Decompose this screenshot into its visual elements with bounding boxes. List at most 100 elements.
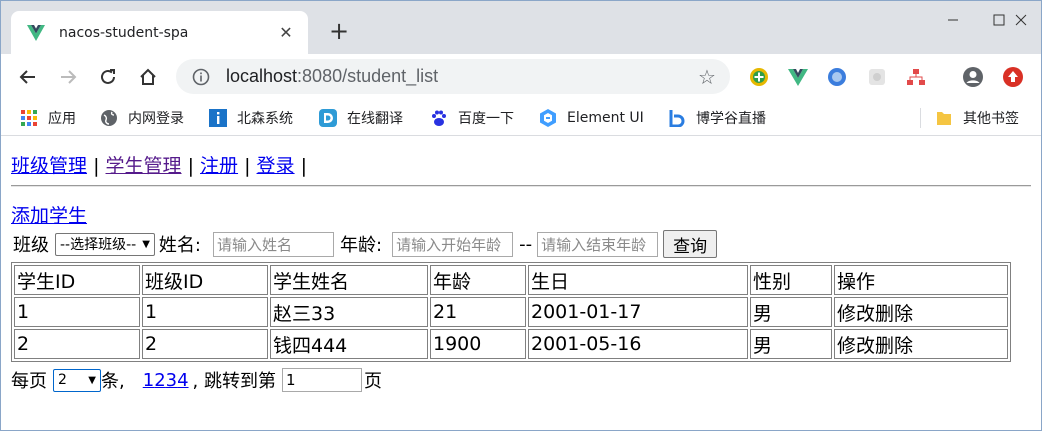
filter-bar: 班级 --选择班级-- ▼ 姓名: 请输入姓名 年龄: 请输入开始年龄 -- 请… xyxy=(13,229,718,259)
home-icon[interactable] xyxy=(133,62,163,92)
folder-icon xyxy=(937,112,951,125)
nav-separator: | xyxy=(93,155,100,177)
cell-student-name: 赵三33 xyxy=(270,297,428,327)
vue-devtools-extension-icon[interactable] xyxy=(787,66,809,88)
jump-page-input[interactable]: 1 xyxy=(282,368,362,392)
delete-action[interactable]: 删除 xyxy=(875,303,913,325)
page-link[interactable]: 4 xyxy=(177,370,188,391)
tab-close-icon[interactable]: ✕ xyxy=(276,23,296,43)
divider xyxy=(11,185,1031,187)
sitemap-extension-icon[interactable] xyxy=(905,66,927,88)
bookmark-item[interactable]: 北森系统 xyxy=(209,106,293,130)
bookmark-item[interactable]: 博学谷直播 xyxy=(668,106,766,130)
column-header: 性别 xyxy=(750,265,832,295)
student-table: 学生ID 班级ID 学生姓名 年龄 生日 性别 操作 1 1 赵三33 21 2… xyxy=(11,262,1011,362)
bookmark-item[interactable]: 百度一下 xyxy=(430,106,514,130)
table-row: 1 1 赵三33 21 2001-01-17 男 修改删除 xyxy=(14,297,1008,327)
nav-link-class-management[interactable]: 班级管理 xyxy=(11,155,87,177)
browser-toolbar: localhost:8080/student_list ☆ xyxy=(0,54,1042,100)
cell-age: 1900 xyxy=(430,329,526,359)
info-icon[interactable] xyxy=(192,68,210,86)
bookmark-star-icon[interactable]: ☆ xyxy=(696,65,718,89)
bookmarks-separator xyxy=(920,108,921,128)
account-avatar-icon[interactable] xyxy=(962,66,984,88)
top-nav: 班级管理 | 学生管理 | 注册 | 登录 | xyxy=(11,151,307,178)
age-start-input[interactable]: 请输入开始年龄 xyxy=(392,231,514,257)
cell-class-id: 2 xyxy=(142,329,268,359)
column-header: 操作 xyxy=(834,265,1008,295)
gray-gear-extension-icon[interactable] xyxy=(866,66,888,88)
add-student-link[interactable]: 添加学生 xyxy=(11,201,87,228)
update-arrow-icon[interactable] xyxy=(1002,66,1024,88)
page-link[interactable]: 2 xyxy=(154,370,165,391)
tab-title: nacos-student-spa xyxy=(59,24,189,41)
cell-student-name: 钱四444 xyxy=(270,329,428,359)
pagination: 每页 2 ▼ 条, 1 2 3 4 , 跳转到第 1 页 xyxy=(11,367,382,393)
cell-actions: 修改删除 xyxy=(834,297,1008,327)
nav-link-login[interactable]: 登录 xyxy=(257,155,295,177)
page-link[interactable]: 3 xyxy=(166,370,177,391)
element-ui-icon xyxy=(540,109,556,127)
age-end-input[interactable]: 请输入结束年龄 xyxy=(537,231,659,257)
cell-class-id: 1 xyxy=(142,297,268,327)
bxg-b-icon xyxy=(669,110,685,127)
age-label: 年龄: xyxy=(340,235,383,256)
nav-link-student-management[interactable]: 学生管理 xyxy=(106,155,182,177)
bookmark-item[interactable]: 在线翻译 xyxy=(319,106,403,130)
window-close-icon[interactable] xyxy=(1000,0,1042,40)
column-header: 班级ID xyxy=(142,265,268,295)
globe-icon xyxy=(101,110,117,126)
bookmark-item[interactable]: 应用 xyxy=(20,106,76,130)
column-header: 年龄 xyxy=(430,265,526,295)
cell-gender: 男 xyxy=(750,329,832,359)
cell-actions: 修改删除 xyxy=(834,329,1008,359)
back-icon[interactable] xyxy=(13,62,43,92)
page-suffix: 页 xyxy=(364,371,382,392)
blue-circle-extension-icon[interactable] xyxy=(826,66,848,88)
column-header: 学生姓名 xyxy=(270,265,428,295)
nav-separator: | xyxy=(187,155,194,177)
name-label: 姓名: xyxy=(158,235,201,256)
cell-age: 21 xyxy=(430,297,526,327)
delete-action[interactable]: 删除 xyxy=(875,335,913,357)
bookmark-item[interactable]: Element UI xyxy=(539,106,644,130)
browser-tab[interactable]: nacos-student-spa ✕ xyxy=(11,11,308,54)
reload-icon[interactable] xyxy=(93,62,123,92)
nav-link-register[interactable]: 注册 xyxy=(200,155,238,177)
table-header-row: 学生ID 班级ID 学生姓名 年龄 生日 性别 操作 xyxy=(14,265,1008,295)
forward-icon[interactable] xyxy=(53,62,83,92)
column-header: 学生ID xyxy=(14,265,140,295)
info-i-icon xyxy=(209,109,227,127)
vue-logo-icon xyxy=(27,24,45,41)
column-header: 生日 xyxy=(528,265,748,295)
nav-separator: | xyxy=(300,155,308,177)
cell-student-id: 2 xyxy=(14,329,140,359)
other-bookmarks[interactable]: 其他书签 xyxy=(935,106,1019,130)
cell-birthday: 2001-05-16 xyxy=(528,329,748,359)
address-bar[interactable]: localhost:8080/student_list ☆ xyxy=(176,59,730,94)
class-select[interactable]: --选择班级-- ▼ xyxy=(55,232,155,256)
tab-strip: nacos-student-spa ✕ + xyxy=(0,0,1042,54)
cell-gender: 男 xyxy=(750,297,832,327)
bookmark-item[interactable]: 内网登录 xyxy=(100,106,184,130)
jump-label: , 跳转到第 xyxy=(192,371,276,392)
dropdown-arrow-icon: ▼ xyxy=(88,374,96,386)
baidu-paw-icon xyxy=(432,110,446,126)
edit-action[interactable]: 修改 xyxy=(837,303,875,325)
green-plus-extension-icon[interactable] xyxy=(748,66,770,88)
nav-separator: | xyxy=(244,155,251,177)
apps-grid-icon xyxy=(21,110,37,126)
url-text[interactable]: localhost:8080/student_list xyxy=(226,66,696,87)
per-page-select[interactable]: 2 ▼ xyxy=(53,368,101,392)
name-input[interactable]: 请输入姓名 xyxy=(213,231,334,257)
cell-student-id: 1 xyxy=(14,297,140,327)
edit-action[interactable]: 修改 xyxy=(837,335,875,357)
bookmarks-bar: 应用 内网登录 北森系统 在线翻译 百度一下 Element UI 博学谷直播 … xyxy=(0,100,1042,136)
new-tab-icon[interactable]: + xyxy=(326,17,352,45)
table-row: 2 2 钱四444 1900 2001-05-16 男 修改删除 xyxy=(14,329,1008,359)
per-page-unit: 条, xyxy=(101,371,125,392)
page-link[interactable]: 1 xyxy=(143,370,154,391)
cell-birthday: 2001-01-17 xyxy=(528,297,748,327)
search-button[interactable]: 查询 xyxy=(663,230,718,258)
class-label: 班级 xyxy=(13,235,49,256)
